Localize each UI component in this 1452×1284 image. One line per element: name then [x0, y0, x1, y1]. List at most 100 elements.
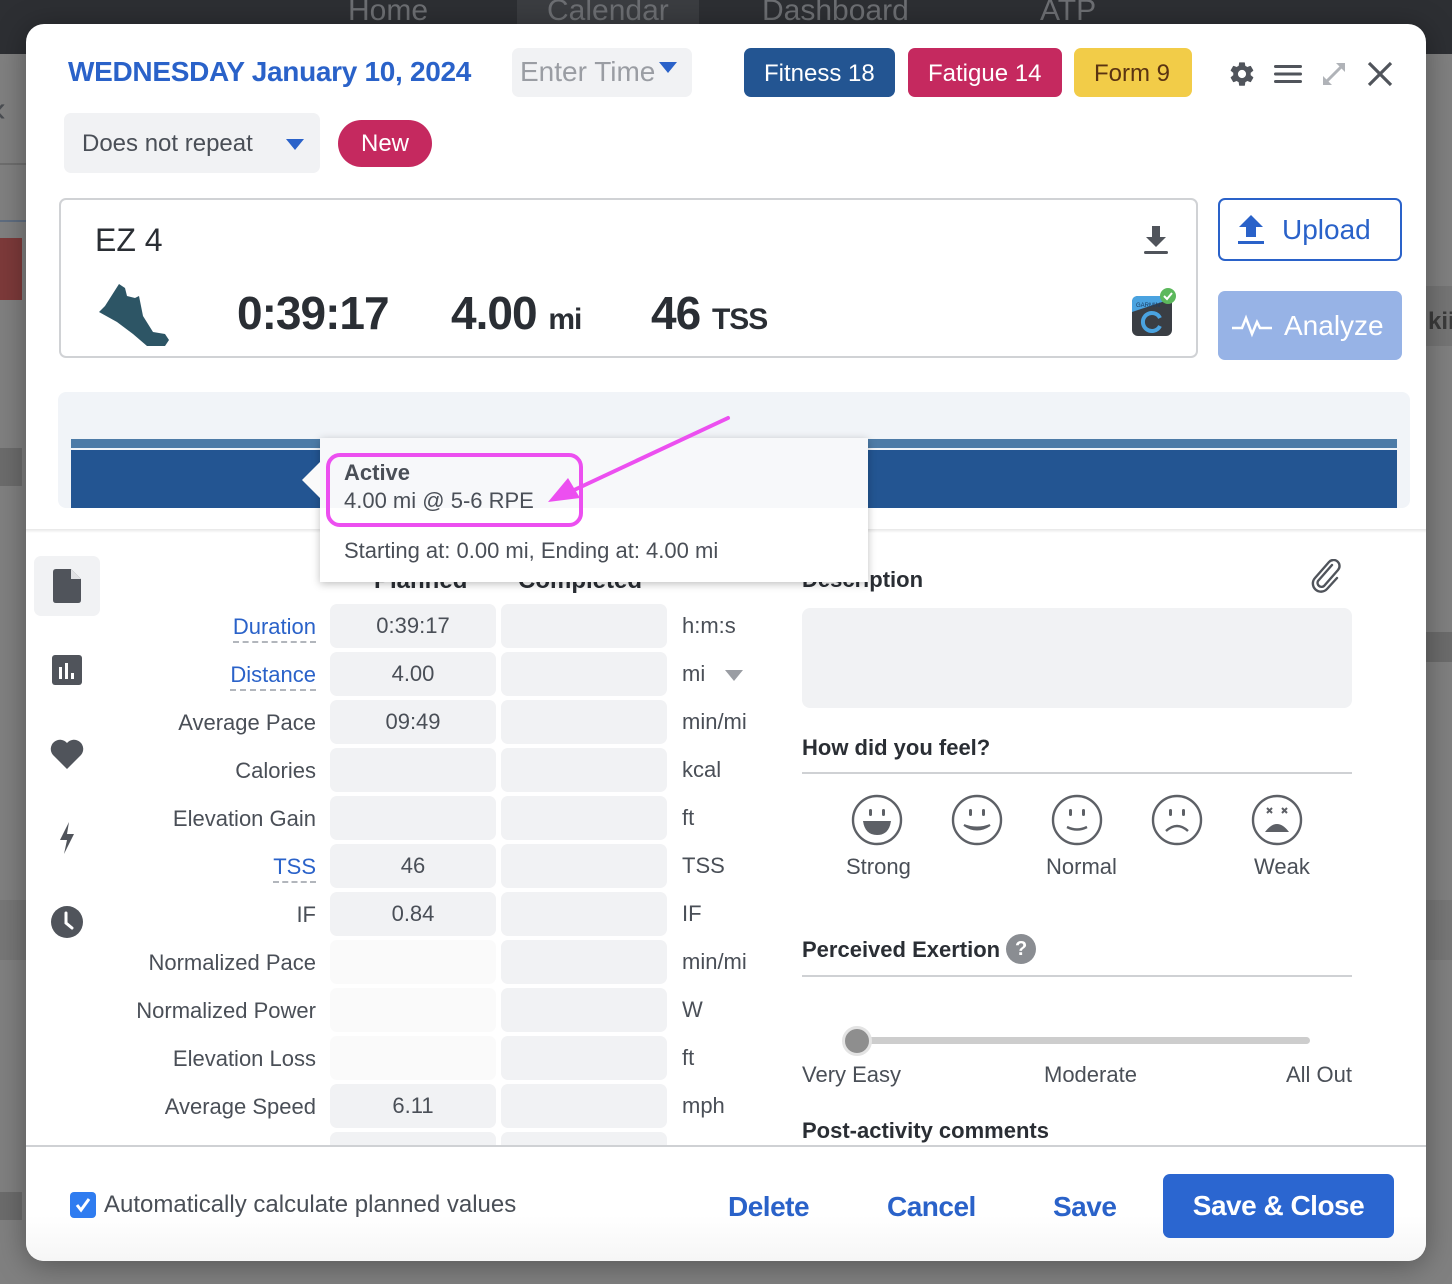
garmin-sync-icon[interactable]: GARMIN	[1130, 288, 1178, 341]
auto-calc-checkbox[interactable]	[70, 1192, 96, 1218]
analyze-button[interactable]: Analyze	[1218, 291, 1402, 360]
form-badge: Form 9	[1074, 48, 1192, 97]
exertion-slider-thumb[interactable]	[842, 1026, 872, 1056]
completed-value-input[interactable]	[501, 700, 667, 744]
exhausted-face-icon	[1251, 794, 1303, 846]
planned-value-input[interactable]: 46	[330, 844, 496, 888]
fitness-badge: Fitness 18	[744, 48, 895, 97]
planned-value-input[interactable]: 6.11	[330, 1084, 496, 1128]
stat-unit[interactable]: mi	[682, 661, 744, 687]
download-button[interactable]	[1144, 226, 1168, 261]
bg-block	[0, 1192, 22, 1220]
completed-value-input[interactable]	[501, 988, 667, 1032]
completed-value-input[interactable]	[501, 844, 667, 888]
exertion-heading-text: Perceived Exertion	[802, 936, 1001, 962]
cancel-button[interactable]: Cancel	[887, 1191, 976, 1223]
completed-value-input[interactable]	[501, 1036, 667, 1080]
completed-value-input[interactable]	[501, 1084, 667, 1128]
caret-down-icon	[286, 139, 304, 150]
completed-value-input[interactable]	[501, 796, 667, 840]
auto-calc-checkbox-row[interactable]: Automatically calculate planned values	[70, 1191, 516, 1219]
stat-unit-text: mph	[682, 1093, 725, 1118]
exertion-divider	[802, 975, 1352, 977]
planned-value-input[interactable]: 09:49	[330, 700, 496, 744]
analyze-label: Analyze	[1284, 309, 1384, 341]
completed-value-input[interactable]	[501, 748, 667, 792]
completed-value-input[interactable]	[501, 892, 667, 936]
exertion-slider-track[interactable]	[856, 1037, 1310, 1044]
upload-icon	[1238, 214, 1264, 244]
close-button[interactable]	[1364, 58, 1396, 90]
sidebar-tab-power[interactable]	[34, 808, 100, 868]
feel-option-poor[interactable]	[1150, 794, 1204, 851]
save-close-button[interactable]: Save & Close	[1163, 1174, 1394, 1238]
stat-unit: kcal	[682, 757, 721, 783]
menu-icon	[1274, 65, 1302, 83]
sidebar-tab-details[interactable]	[34, 556, 100, 616]
feel-option-strong[interactable]	[850, 794, 904, 851]
sidebar-tab-chart[interactable]	[34, 640, 100, 700]
bg-block	[0, 900, 26, 960]
feel-option-normal[interactable]	[1050, 794, 1104, 851]
exertion-label-max: All Out	[1286, 1062, 1353, 1087]
paperclip-icon	[1311, 558, 1341, 593]
attach-button[interactable]	[1310, 558, 1342, 598]
planned-value-input[interactable]	[330, 748, 496, 792]
bg-block	[1426, 632, 1452, 662]
menu-button[interactable]	[1272, 58, 1304, 90]
stat-label: IF	[296, 902, 316, 927]
stat-unit-text: min/mi	[682, 709, 747, 734]
stat-unit-text: kcal	[682, 757, 722, 782]
planned-value-input[interactable]: 0:39:17	[330, 604, 496, 648]
stat-label[interactable]: Duration	[232, 614, 316, 643]
distance-unit: mi	[548, 303, 582, 336]
settings-button[interactable]	[1226, 58, 1258, 90]
delete-button[interactable]: Delete	[728, 1191, 810, 1223]
stat-label: Normalized Power	[136, 998, 316, 1023]
stat-label[interactable]: TSS	[273, 854, 316, 883]
stat-label: Average Speed	[164, 1094, 316, 1119]
upload-button[interactable]: Upload	[1218, 198, 1402, 261]
sidebar-tab-heart[interactable]	[34, 724, 100, 784]
tss-value: 46	[651, 287, 701, 339]
unit-dropdown-caret-icon[interactable]	[725, 669, 744, 681]
completed-value-input[interactable]	[501, 604, 667, 648]
planned-value-input[interactable]	[330, 796, 496, 840]
completed-value-input[interactable]	[501, 940, 667, 984]
stat-unit-text: TSS	[682, 853, 725, 878]
planned-value-input[interactable]: 4.00	[330, 652, 496, 696]
stat-unit: W	[682, 997, 703, 1023]
tooltip-range: Starting at: 0.00 mi, Ending at: 4.00 mi	[344, 538, 719, 563]
feel-option-weak[interactable]	[1250, 794, 1304, 851]
planned-value-input[interactable]	[330, 1036, 496, 1080]
stat-unit: IF	[682, 901, 702, 927]
feel-option-good[interactable]	[950, 794, 1004, 851]
stat-unit-text: W	[682, 997, 703, 1022]
time-select[interactable]: Enter Time	[512, 48, 692, 97]
help-icon[interactable]: ?	[1006, 934, 1037, 964]
expand-button[interactable]	[1318, 58, 1350, 90]
stat-unit-text: mi	[682, 661, 706, 686]
workout-summary-card: EZ 4 0:39:17 4.00 mi 46 TSS GARMIN	[59, 198, 1198, 358]
stat-unit: min/mi	[682, 709, 747, 735]
feel-label-weak: Weak	[1254, 854, 1310, 879]
sidebar-tab-time[interactable]	[34, 892, 100, 952]
stat-unit-text: min/mi	[682, 949, 747, 974]
workout-title[interactable]: EZ 4	[95, 222, 163, 259]
stat-unit: min/mi	[682, 949, 747, 975]
completed-value-input[interactable]	[501, 652, 667, 696]
planned-value-input[interactable]	[330, 988, 496, 1032]
planned-value-input[interactable]: 0.84	[330, 892, 496, 936]
stat-unit-text: ft	[682, 805, 695, 830]
exertion-label-min: Very Easy	[802, 1062, 902, 1087]
save-button[interactable]: Save	[1053, 1191, 1117, 1223]
bg-prev-chevron-icon: ‹	[0, 88, 6, 130]
stat-unit: h:m:s	[682, 613, 736, 639]
new-badge: New	[338, 120, 432, 167]
workout-date: WEDNESDAY January 10, 2024	[68, 56, 472, 87]
stat-unit: ft	[682, 1045, 694, 1071]
stat-label[interactable]: Distance	[230, 662, 316, 691]
planned-value-input[interactable]	[330, 940, 496, 984]
description-input[interactable]	[802, 608, 1352, 708]
repeat-select[interactable]: Does not repeat	[64, 113, 320, 173]
